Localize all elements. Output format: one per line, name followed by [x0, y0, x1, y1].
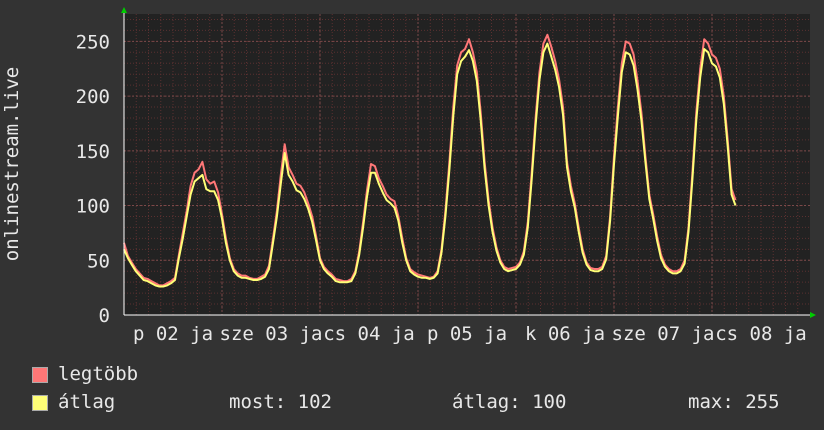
y-tick-label: 0: [99, 305, 110, 327]
legend-swatch-max: [32, 367, 48, 383]
x-tick-labels: p 02 ja sze 03 ja cs 04 ja p 05 ja k 06 ja sz…: [133, 323, 807, 345]
stat-current: most: 102: [229, 391, 332, 413]
legend-label-avg: átlag: [58, 391, 116, 413]
y-axis-label: onlinestream.live: [1, 67, 23, 261]
x-tick-label: cs 08 ja: [715, 323, 807, 345]
y-tick-label: 250: [76, 31, 110, 53]
x-tick-label: sze 03 ja: [220, 323, 323, 345]
y-tick-labels: 0 50 100 150 200 250: [76, 31, 110, 327]
x-axis-arrow: [810, 312, 816, 318]
x-tick-label: sze 07 ja: [612, 323, 715, 345]
x-tick-label: cs 04 ja: [323, 323, 415, 345]
legend-label-max: legtöbb: [58, 363, 139, 385]
stat-average: átlag: 100: [452, 391, 567, 413]
legend-swatch-avg: [32, 395, 48, 411]
y-axis-arrow: [121, 7, 127, 13]
y-tick-label: 200: [76, 86, 110, 108]
y-tick-label: 150: [76, 141, 110, 163]
x-tick-label: p 05 ja: [427, 323, 507, 345]
x-tick-label: p 02 ja: [133, 323, 213, 345]
y-tick-label: 100: [76, 196, 110, 218]
stat-maximum: max: 255: [688, 391, 780, 413]
y-tick-label: 50: [87, 250, 110, 272]
x-tick-label: k 06 ja: [525, 323, 605, 345]
